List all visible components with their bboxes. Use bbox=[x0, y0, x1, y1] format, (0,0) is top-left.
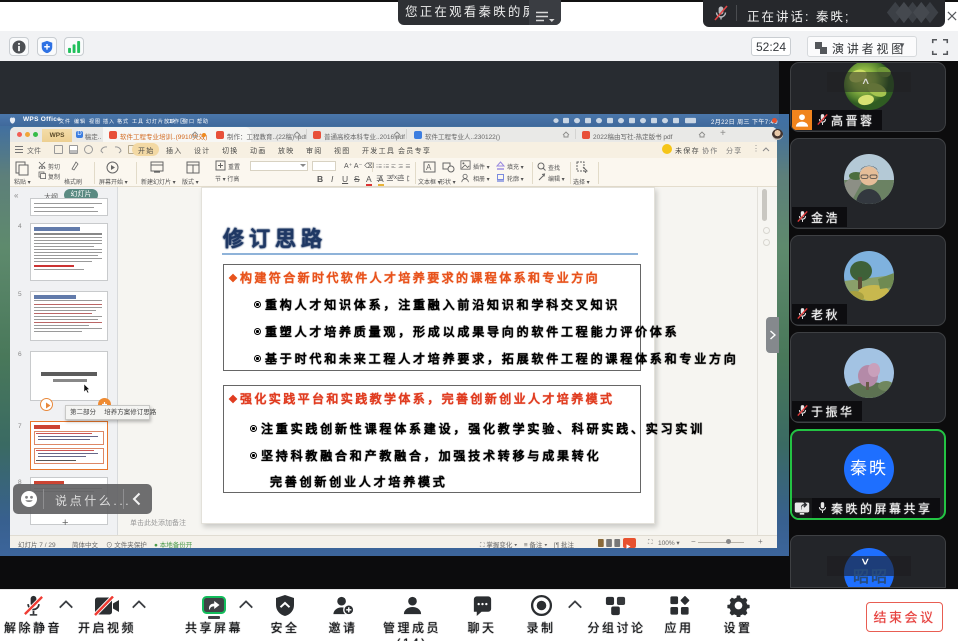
svg-text:A: A bbox=[426, 163, 432, 172]
